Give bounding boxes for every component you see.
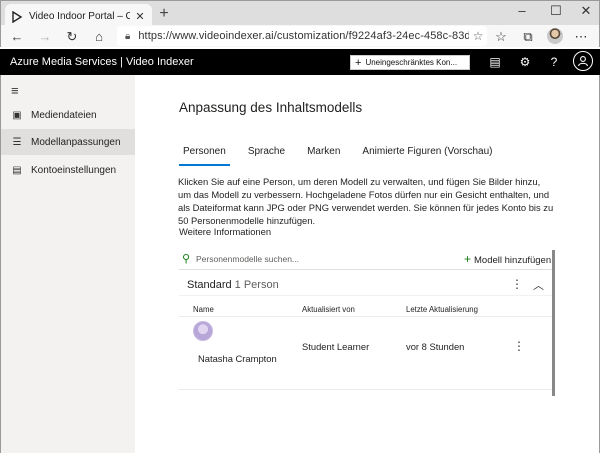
tab-language[interactable]: Sprache [244, 146, 289, 166]
divider [179, 389, 552, 390]
tab-brands[interactable]: Marken [303, 146, 344, 166]
trial-account-label: Uneingeschränktes Kon... [365, 58, 458, 67]
person-icon [577, 56, 589, 67]
more-menu-icon[interactable]: ⋯ [572, 28, 590, 46]
sidebar-item-model-customization[interactable]: ☰ Modellanpassungen [1, 129, 135, 155]
sidebar-item-label: Modellanpassungen [31, 136, 121, 148]
minimize-icon[interactable]: – [512, 3, 532, 18]
tab-people[interactable]: Personen [179, 146, 230, 166]
settings-doc-icon: ▤ [12, 164, 22, 176]
plus-icon: + [355, 56, 362, 69]
user-account-icon[interactable] [573, 51, 593, 71]
help-icon[interactable]: ? [545, 53, 563, 71]
sidebar-item-media-files[interactable]: ▣ Mediendateien [1, 102, 135, 128]
refresh-icon[interactable]: ↻ [63, 28, 81, 46]
sidebar-item-account-settings[interactable]: ▤ Kontoeinstellungen [1, 157, 135, 183]
group-name: Standard [187, 279, 232, 291]
sidebar-item-label: Kontoeinstellungen [31, 164, 117, 176]
group-header[interactable]: Standard 1 Person [187, 279, 279, 291]
video-indexer-favicon [12, 10, 23, 23]
group-count: 1 Person [234, 279, 279, 291]
browser-tab-title: Video Indoor Portal – Cognitive [29, 11, 130, 22]
row-more-options-icon[interactable]: ⋮ [513, 339, 525, 353]
learn-more-link[interactable]: Weitere Informationen [179, 226, 271, 237]
sidebar-item-label: Mediendateien [31, 109, 97, 121]
favorite-star-icon[interactable]: ☆ [469, 29, 487, 43]
collections-icon[interactable]: ⧉ [519, 28, 537, 46]
film-icon: ▣ [12, 109, 22, 121]
gear-icon[interactable]: ⚙ [516, 53, 534, 71]
maximize-icon[interactable]: ☐ [546, 3, 566, 19]
favorites-icon[interactable]: ☆ [492, 28, 510, 46]
updated-by-value: Student Learner [302, 341, 370, 352]
column-header-last-update: Letzte Aktualisierung [406, 305, 478, 314]
hamburger-menu-icon[interactable]: ≡ [11, 83, 19, 98]
content-tabs: Personen Sprache Marken Animierte Figure… [179, 146, 510, 166]
app-header: Azure Media Services | Video Indexer [0, 49, 600, 75]
address-bar[interactable]: 🔒︎ https://www.videoindexer.ai/customiza… [117, 26, 487, 46]
last-update-value: vor 8 Stunden [406, 341, 465, 352]
close-window-icon[interactable]: ✕ [576, 3, 596, 19]
plus-icon: + [464, 252, 472, 266]
sliders-icon: ☰ [12, 136, 22, 148]
divider [179, 295, 552, 296]
person-face-thumbnail[interactable] [193, 321, 213, 341]
person-models-panel [179, 250, 555, 396]
divider [179, 316, 552, 317]
lock-icon: 🔒︎ [125, 30, 131, 42]
back-icon[interactable]: ← [8, 28, 26, 46]
add-model-label: Modell hinzufügen [474, 255, 552, 266]
brand-title: Azure Media Services | Video Indexer [10, 56, 194, 68]
profile-avatar[interactable] [547, 28, 563, 44]
add-model-button[interactable]: + Modell hinzufügen [464, 252, 551, 266]
close-tab-icon[interactable]: ✕ [134, 10, 146, 23]
new-tab-icon[interactable]: + [156, 6, 172, 22]
column-header-name: Name [193, 305, 214, 314]
column-header-updated-by: Aktualisiert von [302, 305, 355, 314]
person-name[interactable]: Natasha Crampton [198, 353, 277, 364]
home-icon[interactable]: ⌂ [90, 28, 108, 46]
address-url[interactable]: https://www.videoindexer.ai/customizatio… [138, 30, 469, 42]
tab-animated-characters[interactable]: Animierte Figuren (Vorschau) [358, 146, 496, 166]
trial-account-button[interactable]: + Uneingeschränktes Kon... [350, 55, 470, 70]
chevron-up-icon[interactable]: ︿ [533, 277, 544, 293]
forward-icon[interactable]: → [36, 28, 54, 46]
page-title: Anpassung des Inhaltsmodells [179, 100, 363, 115]
search-input[interactable] [196, 252, 346, 266]
notifications-icon[interactable]: ▤ [486, 53, 504, 71]
search-icon: ⚲ [182, 253, 191, 265]
description-text: Klicken Sie auf eine Person, um deren Mo… [178, 176, 554, 226]
group-more-options-icon[interactable]: ⋮ [511, 277, 523, 291]
